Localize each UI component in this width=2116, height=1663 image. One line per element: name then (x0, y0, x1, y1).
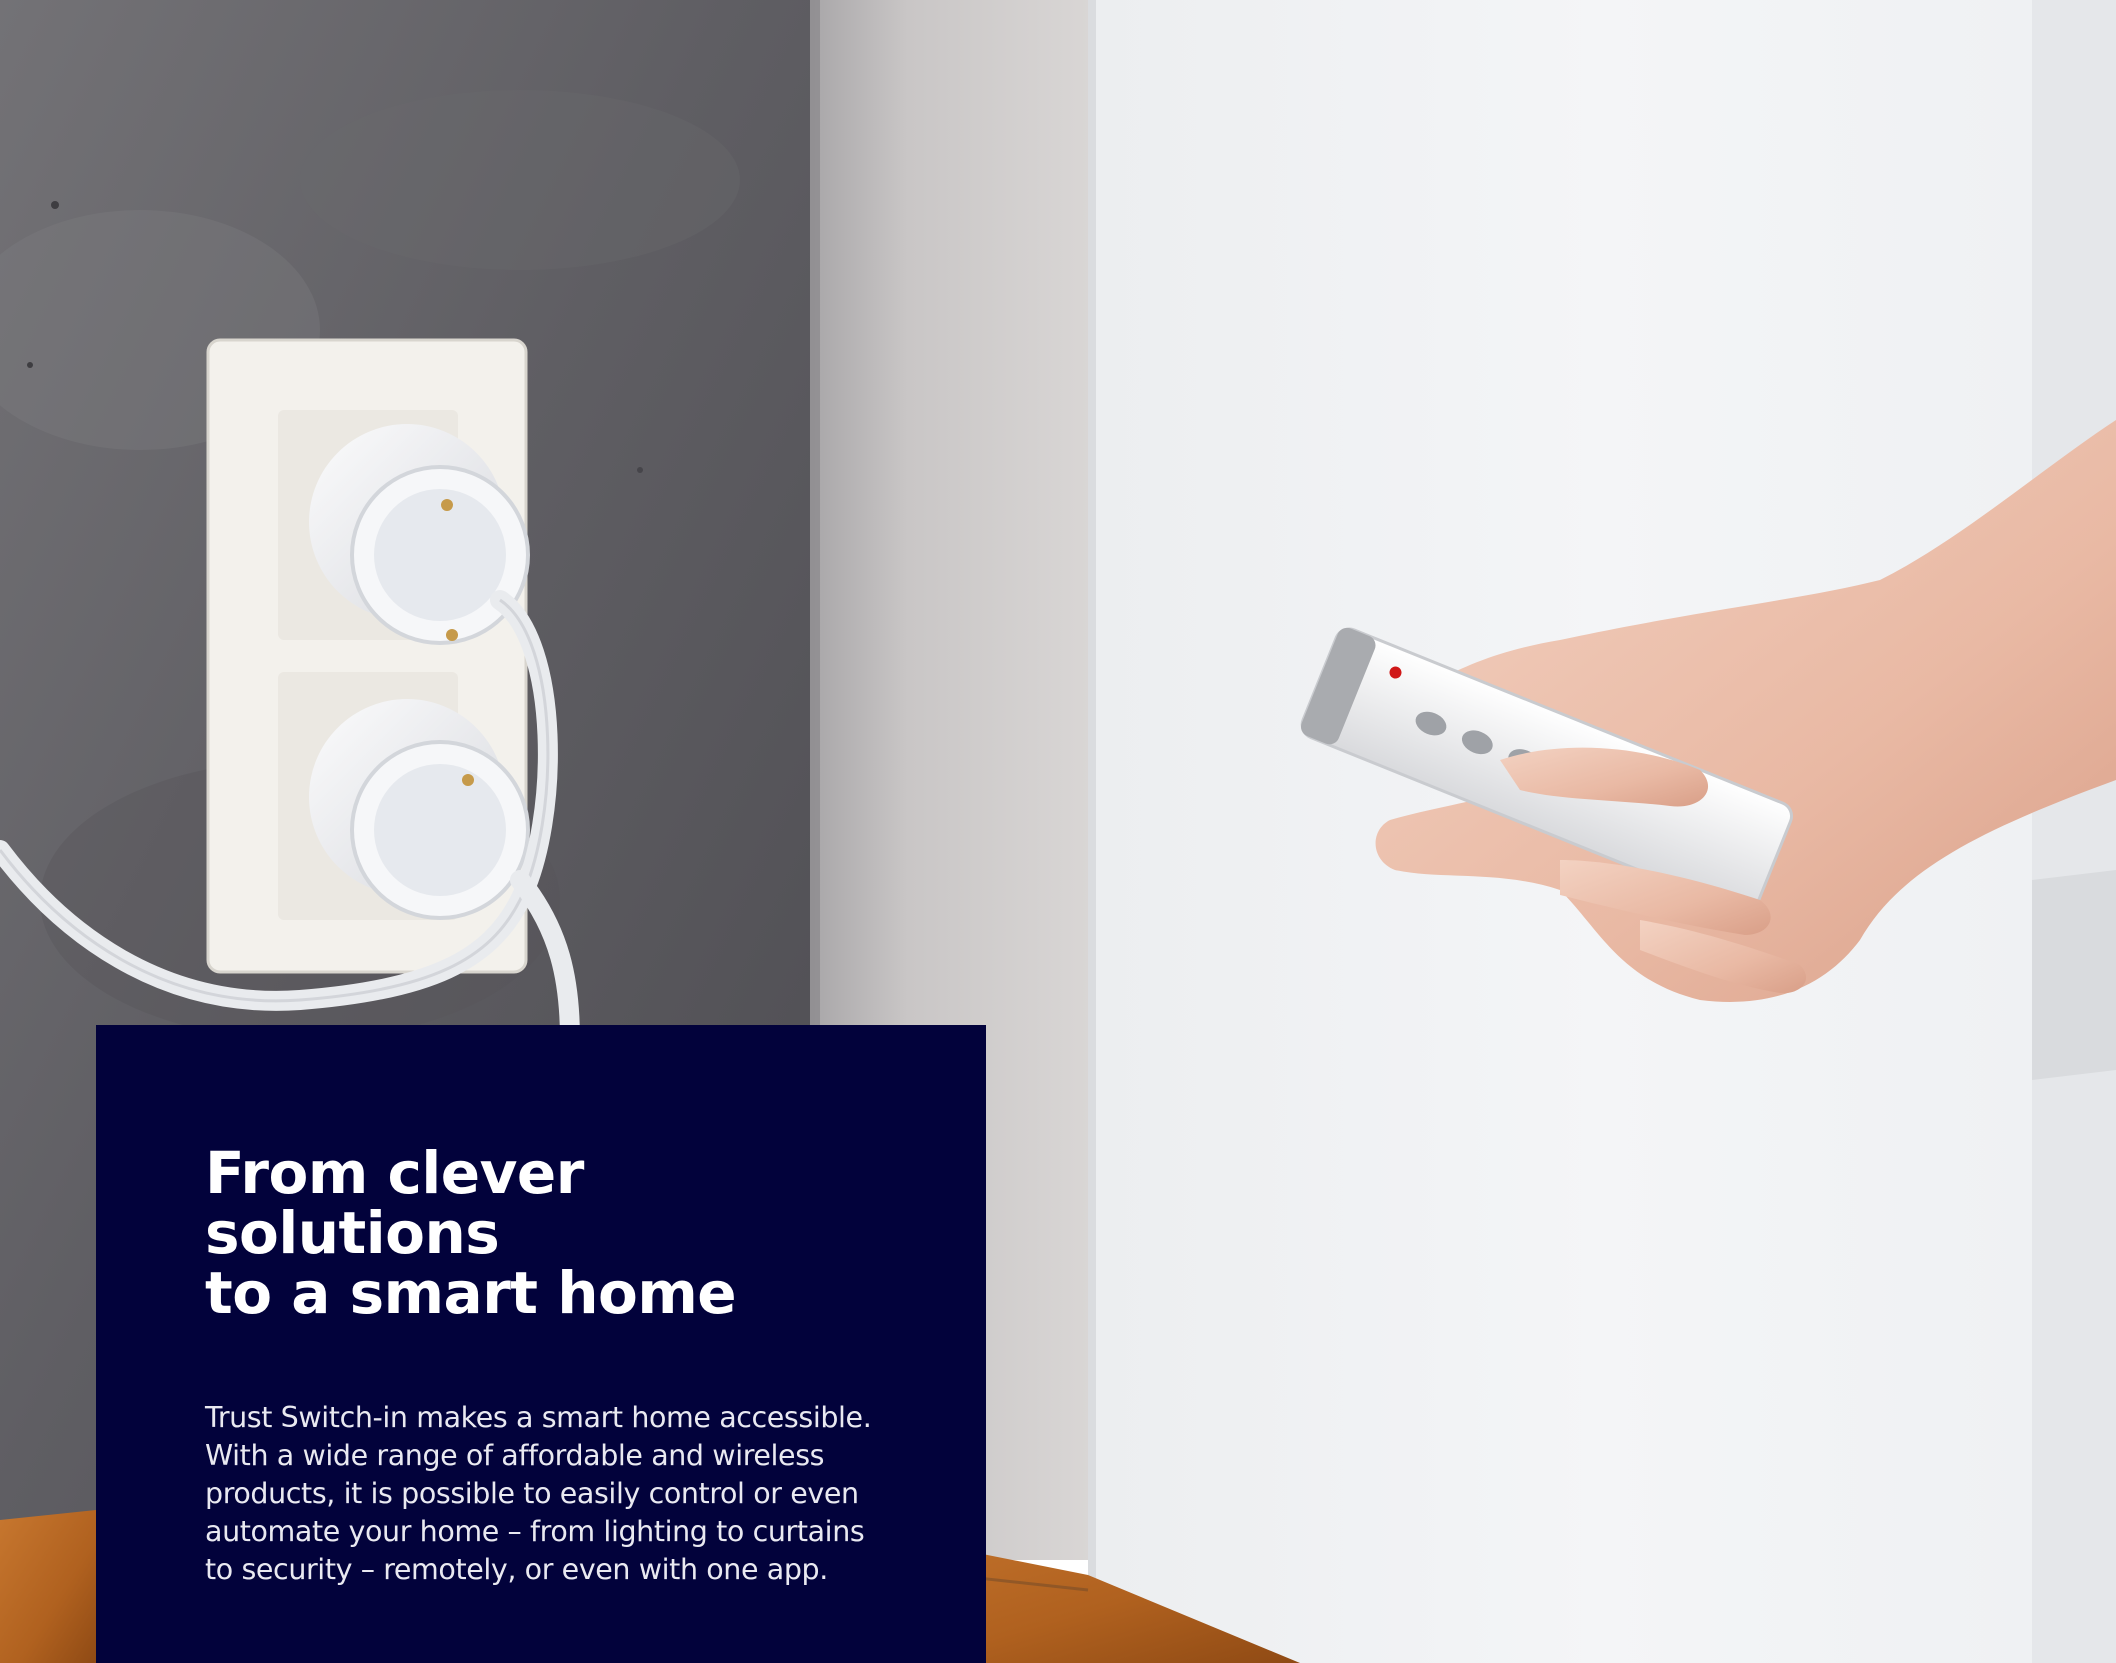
page: From clever solutions to a smart home Tr… (0, 0, 2116, 1663)
intro-text-panel: From clever solutions to a smart home Tr… (96, 1025, 986, 1663)
body-copy: Trust Switch-in makes a smart home acces… (205, 1401, 872, 1586)
headline: From clever solutions to a smart home (205, 1139, 737, 1327)
